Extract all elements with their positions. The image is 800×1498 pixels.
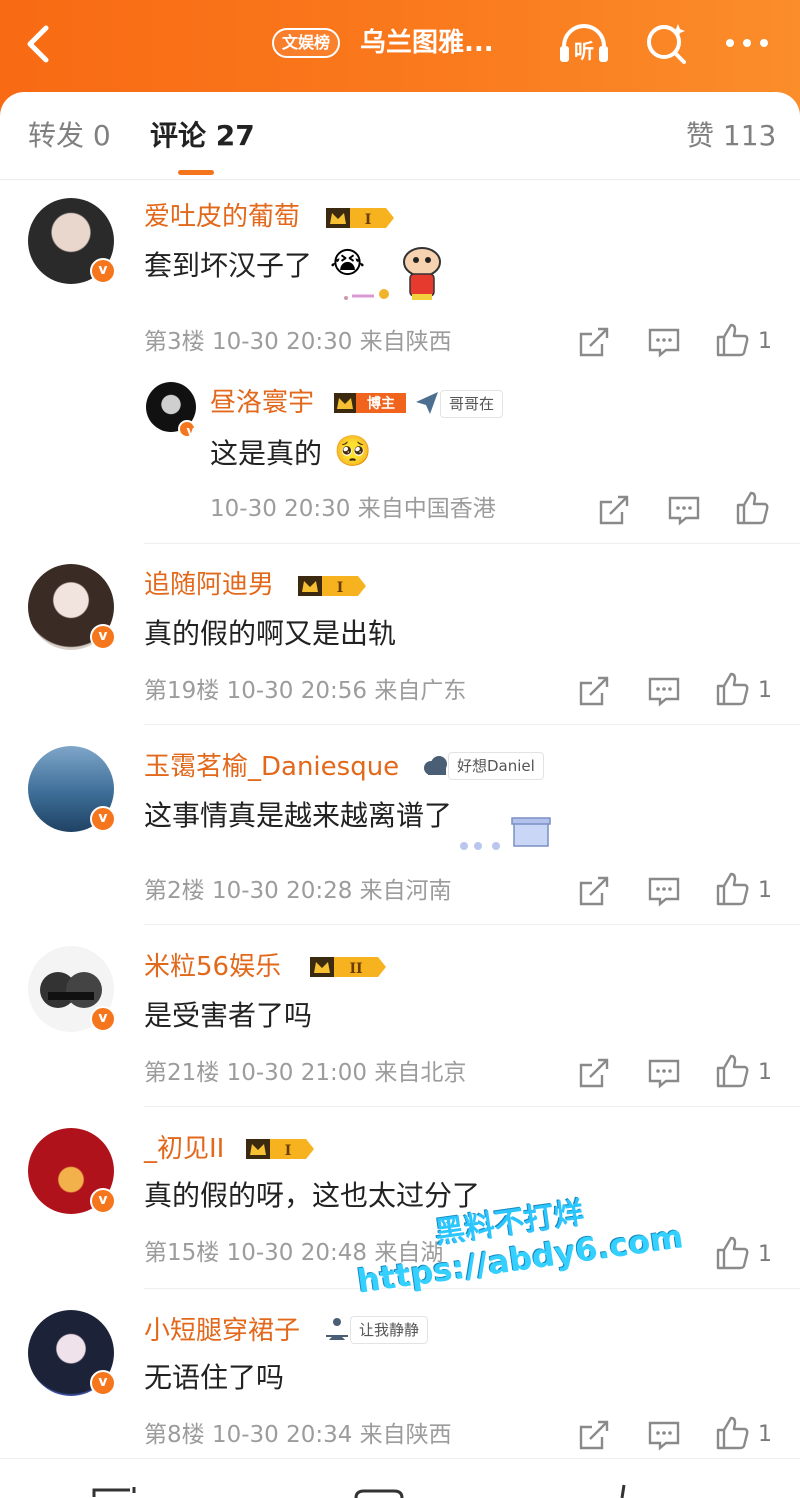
listen-label: 听 bbox=[574, 39, 594, 63]
like-count: 1 bbox=[758, 678, 772, 703]
like-icon[interactable] bbox=[714, 322, 750, 358]
reply-icon[interactable] bbox=[646, 324, 682, 360]
svg-text:I: I bbox=[337, 580, 344, 596]
reply-icon[interactable] bbox=[646, 1417, 682, 1453]
svg-text:II: II bbox=[349, 961, 362, 977]
cartoon-sticker-icon bbox=[344, 247, 441, 300]
blogger-badge-label: 博主 bbox=[367, 395, 395, 412]
like-count: 1 bbox=[758, 878, 772, 903]
comment-text: 真的假的呀，这也太过分了 bbox=[144, 1179, 481, 1212]
page-title: 乌兰图雅... bbox=[360, 28, 494, 58]
comment-meta: 第19楼 10-30 20:56 来自广东 bbox=[144, 678, 467, 704]
comment-username[interactable]: 爱吐皮的葡萄 bbox=[144, 200, 300, 234]
reply-text: 这是真的 bbox=[210, 437, 323, 470]
divider bbox=[144, 1106, 800, 1107]
vip-level-icon: II bbox=[310, 957, 386, 977]
vip-level-icon: I bbox=[246, 1139, 314, 1159]
hot-list-tag[interactable]: 文娱榜 bbox=[272, 28, 341, 58]
like-icon[interactable] bbox=[714, 1415, 750, 1451]
paper-plane-icon bbox=[416, 392, 438, 414]
more-options-icon[interactable] bbox=[722, 28, 772, 58]
vip-level-icon: I bbox=[298, 576, 366, 596]
reply-icon[interactable] bbox=[646, 1055, 682, 1091]
search-icon[interactable] bbox=[640, 18, 692, 68]
tab-bar: 转发 0 评论 27 赞 113 bbox=[0, 92, 800, 180]
meditation-icon bbox=[326, 1318, 348, 1340]
verified-badge-icon bbox=[178, 420, 202, 444]
verified-badge-icon bbox=[90, 1188, 116, 1214]
reply-icon[interactable] bbox=[646, 873, 682, 909]
headphones-icon[interactable]: 听 bbox=[556, 18, 612, 68]
like-icon[interactable] bbox=[714, 1235, 750, 1271]
share-icon[interactable] bbox=[596, 492, 632, 528]
blogger-badge-icon: 博主 bbox=[334, 393, 406, 413]
comment-username[interactable]: _初见II bbox=[144, 1132, 224, 1166]
bottom-action-bar bbox=[0, 1458, 800, 1498]
comment-username[interactable]: 小短腿穿裙子 bbox=[144, 1314, 300, 1348]
divider bbox=[144, 543, 800, 544]
comment-meta: 第8楼 10-30 20:34 来自陕西 bbox=[144, 1422, 452, 1448]
like-bottom-icon[interactable] bbox=[608, 1483, 632, 1498]
like-icon[interactable] bbox=[734, 490, 770, 526]
like-count: 1 bbox=[758, 1422, 772, 1447]
cloud-icon bbox=[424, 756, 447, 775]
comment-text: 套到坏汉子了 bbox=[144, 249, 313, 282]
tab-repost[interactable]: 转发 0 bbox=[28, 118, 111, 154]
svg-text:I: I bbox=[365, 212, 372, 228]
verified-badge-icon bbox=[90, 1370, 116, 1396]
repost-icon[interactable] bbox=[90, 1487, 144, 1498]
verified-badge-icon bbox=[90, 258, 116, 284]
active-tab-indicator bbox=[178, 170, 214, 175]
reply-username[interactable]: 昼洛寰宇 bbox=[210, 386, 314, 420]
comment-meta: 第2楼 10-30 20:28 来自河南 bbox=[144, 878, 452, 904]
divider bbox=[144, 724, 800, 725]
tab-comments[interactable]: 评论 27 bbox=[150, 118, 255, 154]
comment-username[interactable]: 玉霭茗榆_Daniesque bbox=[144, 750, 399, 784]
reply-icon[interactable] bbox=[666, 492, 702, 528]
like-icon[interactable] bbox=[714, 871, 750, 907]
comment-text: 这事情真是越来越离谱了 bbox=[144, 799, 453, 832]
share-icon[interactable] bbox=[576, 873, 612, 909]
verified-badge-icon bbox=[90, 624, 116, 650]
reply-meta: 10-30 20:30 来自中国香港 bbox=[210, 496, 496, 522]
like-icon[interactable] bbox=[714, 1053, 750, 1089]
svg-text:I: I bbox=[285, 1143, 292, 1159]
share-icon[interactable] bbox=[576, 324, 612, 360]
comment-text: 真的假的啊又是出轨 bbox=[144, 617, 397, 650]
pleading-emoji-icon: 🥺 bbox=[334, 434, 372, 469]
like-count: 1 bbox=[758, 1060, 772, 1085]
comment-text: 是受害者了吗 bbox=[144, 999, 313, 1032]
comment-meta: 第3楼 10-30 20:30 来自陕西 bbox=[144, 329, 452, 355]
verified-badge-icon bbox=[90, 1006, 116, 1032]
user-tag[interactable]: 好想Daniel bbox=[448, 752, 544, 780]
divider bbox=[144, 924, 800, 925]
comment-username[interactable]: 追随阿迪男 bbox=[144, 568, 274, 602]
gift-box-sticker-icon bbox=[460, 817, 551, 850]
share-icon[interactable] bbox=[576, 1055, 612, 1091]
like-count: 1 bbox=[758, 329, 772, 354]
comment-meta: 第21楼 10-30 21:00 来自北京 bbox=[144, 1060, 467, 1086]
verified-badge-icon bbox=[90, 806, 116, 832]
back-arrow-icon[interactable] bbox=[18, 22, 58, 66]
comment-text: 无语住了吗 bbox=[144, 1361, 285, 1394]
share-icon[interactable] bbox=[576, 673, 612, 709]
share-icon[interactable] bbox=[576, 1417, 612, 1453]
like-icon[interactable] bbox=[714, 671, 750, 707]
user-tag[interactable]: 让我静静 bbox=[350, 1316, 429, 1344]
vip-level-icon: I bbox=[326, 208, 394, 228]
tab-likes[interactable]: 赞 113 bbox=[686, 118, 776, 154]
comment-username[interactable]: 米粒56娱乐 bbox=[144, 950, 281, 984]
user-tag[interactable]: 哥哥在 bbox=[440, 390, 504, 418]
reply-icon[interactable] bbox=[646, 673, 682, 709]
like-count: 1 bbox=[758, 1242, 772, 1267]
divider bbox=[144, 1288, 800, 1289]
